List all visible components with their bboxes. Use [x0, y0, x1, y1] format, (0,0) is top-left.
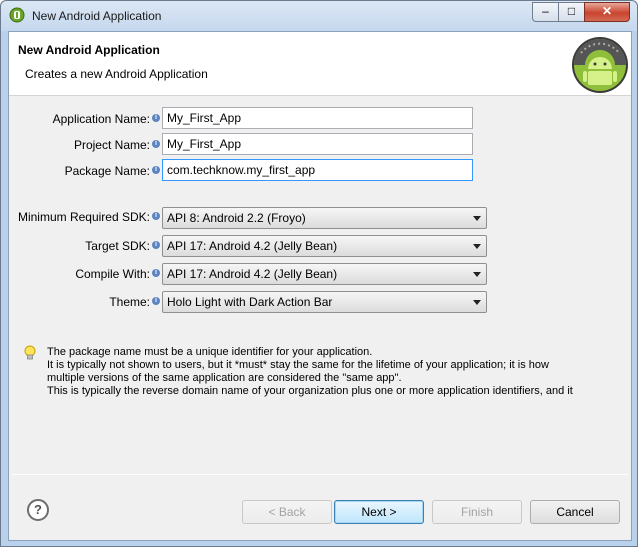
wizard-title: New Android Application: [18, 43, 160, 57]
compile-with-label: Compile With:: [75, 267, 150, 281]
close-button[interactable]: ✕: [584, 2, 630, 22]
info-icon: i: [152, 212, 160, 220]
project-name-field[interactable]: [162, 133, 473, 155]
minimize-icon: –: [542, 4, 549, 18]
dropdown-arrow-icon: [473, 244, 481, 249]
min-sdk-select[interactable]: API 8: Android 2.2 (Froyo): [162, 207, 487, 229]
android-logo-icon: [572, 37, 628, 93]
target-sdk-value: API 17: Android 4.2 (Jelly Bean): [167, 239, 338, 253]
application-name-field[interactable]: [162, 107, 473, 129]
package-name-hint: The package name must be a unique identi…: [47, 346, 573, 398]
info-icon: i: [152, 269, 160, 277]
min-sdk-value: API 8: Android 2.2 (Froyo): [167, 211, 306, 225]
maximize-icon: □: [567, 4, 576, 18]
theme-select[interactable]: Holo Light with Dark Action Bar: [162, 291, 487, 313]
info-icon: i: [152, 114, 160, 122]
min-sdk-label: Minimum Required SDK:: [17, 210, 150, 224]
footer-separator: [12, 474, 628, 475]
project-name-label: Project Name:: [73, 138, 150, 152]
hint-line: multiple versions of the same applicatio…: [47, 372, 402, 384]
info-icon: i: [152, 140, 160, 148]
application-name-label: Application Name:: [52, 112, 150, 126]
maximize-button[interactable]: □: [558, 2, 585, 22]
lightbulb-icon: [24, 345, 36, 360]
window-title: New Android Application: [32, 9, 162, 23]
package-name-label: Package Name:: [64, 164, 150, 178]
dropdown-arrow-icon: [473, 216, 481, 221]
back-button[interactable]: < Back: [242, 500, 332, 524]
close-icon: ✕: [601, 4, 613, 18]
theme-value: Holo Light with Dark Action Bar: [167, 295, 333, 309]
wizard-header: New Android Application Creates a new An…: [9, 32, 631, 96]
info-icon: i: [152, 166, 160, 174]
info-icon: i: [152, 297, 160, 305]
next-button[interactable]: Next >: [334, 500, 424, 524]
package-name-field[interactable]: [162, 159, 473, 181]
title-bar[interactable]: New Android Application – □ ✕: [1, 1, 637, 31]
wizard-subtitle: Creates a new Android Application: [25, 67, 208, 81]
cancel-button[interactable]: Cancel: [530, 500, 620, 524]
help-icon: ?: [34, 502, 42, 517]
compile-with-select[interactable]: API 17: Android 4.2 (Jelly Bean): [162, 263, 487, 285]
help-button[interactable]: ?: [27, 499, 49, 521]
target-sdk-select[interactable]: API 17: Android 4.2 (Jelly Bean): [162, 235, 487, 257]
info-icon: i: [152, 241, 160, 249]
minimize-button[interactable]: –: [532, 2, 559, 22]
compile-with-value: API 17: Android 4.2 (Jelly Bean): [167, 267, 338, 281]
finish-button[interactable]: Finish: [432, 500, 522, 524]
dropdown-arrow-icon: [473, 300, 481, 305]
hint-line: This is typically the reverse domain nam…: [47, 385, 573, 397]
dialog-content: New Android Application Creates a new An…: [8, 31, 632, 541]
hint-line: It is typically not shown to users, but …: [47, 359, 549, 371]
hint-line: The package name must be a unique identi…: [47, 346, 373, 358]
theme-label: Theme:: [109, 295, 150, 309]
eclipse-app-icon: [9, 7, 25, 23]
dialog-window: New Android Application – □ ✕ New Androi…: [0, 0, 638, 547]
target-sdk-label: Target SDK:: [85, 239, 150, 253]
dropdown-arrow-icon: [473, 272, 481, 277]
